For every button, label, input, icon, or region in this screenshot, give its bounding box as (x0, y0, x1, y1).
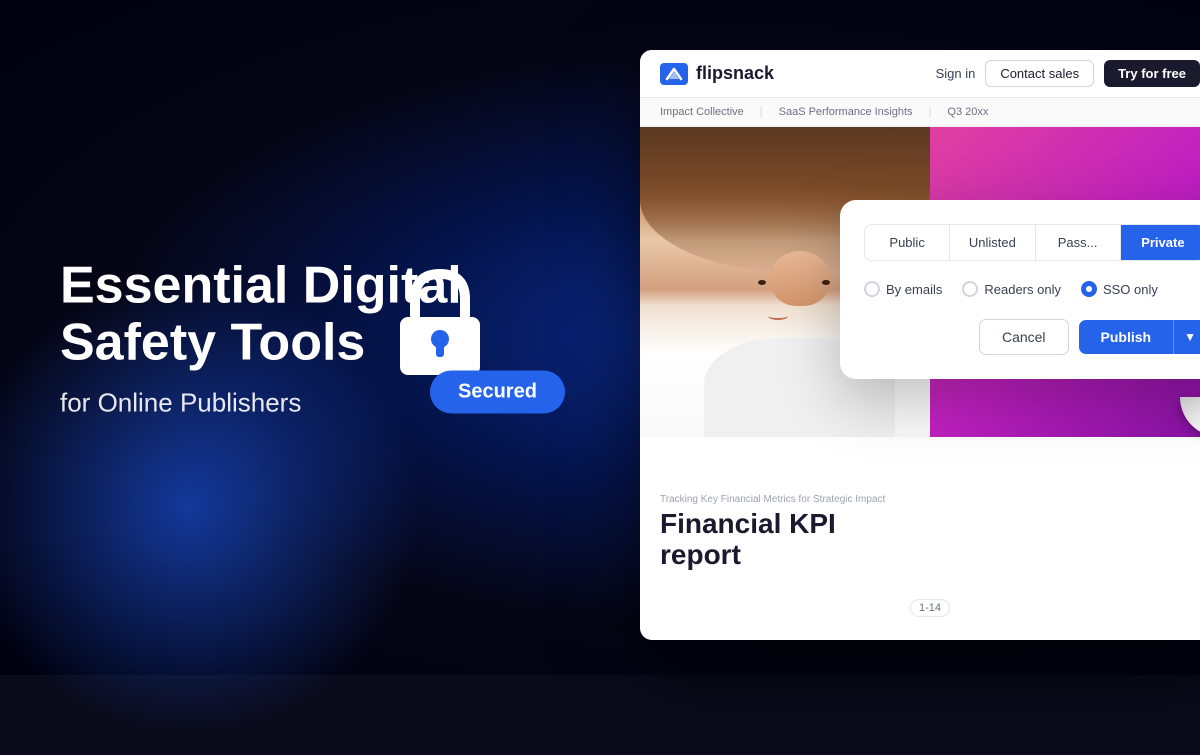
publish-dropdown-arrow[interactable]: ▼ (1173, 320, 1200, 354)
logo-icon (660, 63, 688, 85)
privacy-tabs: Public Unlisted Pass... Private (864, 224, 1200, 261)
radio-circle-emails (864, 281, 880, 297)
logo-text: flipsnack (696, 63, 774, 84)
privacy-popup: Public Unlisted Pass... Private By email… (840, 200, 1200, 379)
sign-in-link[interactable]: Sign in (936, 66, 976, 81)
contact-sales-button[interactable]: Contact sales (985, 60, 1094, 87)
breadcrumb-item-3: Q3 20xx (947, 106, 988, 118)
flipsnack-logo: flipsnack (660, 63, 774, 85)
radio-circle-readers (962, 281, 978, 297)
hero-subtitle: for Online Publishers (60, 387, 462, 418)
tab-private[interactable]: Private (1121, 225, 1200, 260)
doc-subtitle: Tracking Key Financial Metrics for Strat… (660, 494, 1200, 505)
breadcrumb-sep-1: | (760, 106, 763, 118)
radio-readers-only[interactable]: Readers only (962, 281, 1061, 297)
nav-buttons: Sign in Contact sales Try for free (936, 60, 1200, 87)
breadcrumb: Impact Collective | SaaS Performance Ins… (640, 98, 1200, 127)
radio-by-emails[interactable]: By emails (864, 281, 942, 297)
publish-button-group: Publish ▼ (1079, 320, 1200, 354)
cancel-button[interactable]: Cancel (979, 319, 1069, 355)
doc-title: Financial KPI report (660, 509, 1200, 571)
browser-navbar: flipsnack Sign in Contact sales Try for … (640, 50, 1200, 98)
radio-label-sso: SSO only (1103, 282, 1158, 297)
try-free-button[interactable]: Try for free (1104, 60, 1200, 87)
radio-label-emails: By emails (886, 282, 942, 297)
radio-circle-sso (1081, 281, 1097, 297)
page-indicator: 1-14 (910, 599, 950, 617)
tab-public[interactable]: Public (865, 225, 950, 260)
breadcrumb-item-2: SaaS Performance Insights (779, 106, 913, 118)
radio-group: By emails Readers only SSO only (864, 281, 1200, 297)
publish-button[interactable]: Publish (1079, 320, 1174, 354)
tab-password[interactable]: Pass... (1036, 225, 1121, 260)
radio-label-readers: Readers only (984, 282, 1061, 297)
secured-badge: Secured (430, 370, 565, 413)
radio-sso-only[interactable]: SSO only (1081, 281, 1158, 297)
lock-icon-container (390, 269, 490, 384)
breadcrumb-item-1: Impact Collective (660, 106, 744, 118)
lock-icon (390, 269, 490, 379)
breadcrumb-sep-2: | (929, 106, 932, 118)
tab-unlisted[interactable]: Unlisted (950, 225, 1035, 260)
action-buttons: Cancel Publish ▼ (864, 319, 1200, 355)
